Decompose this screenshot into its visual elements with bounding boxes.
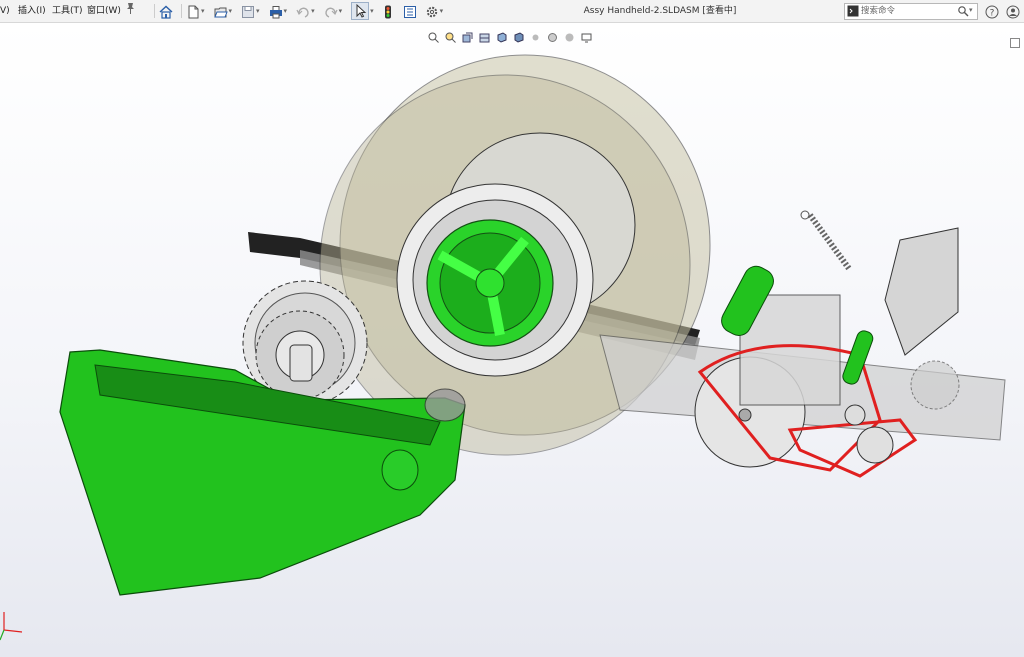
toolbar-separator	[154, 4, 155, 18]
task-pane-toggle-icon[interactable]	[1010, 33, 1020, 48]
menu-bar: V) 插入(I) 工具(T) 窗口(W) ▾ ▾ ▾ ▾ ▾ ▾ ▾ ▾ Ass…	[0, 0, 1024, 23]
svg-text:?: ?	[990, 9, 995, 19]
housing-boss	[424, 388, 466, 422]
menu-window[interactable]: 窗口(W)	[87, 0, 121, 22]
new-document-icon[interactable]	[186, 4, 200, 19]
save-dropdown-caret[interactable]: ▾	[256, 7, 260, 15]
help-icon[interactable]: ?	[985, 4, 999, 19]
housing-pin	[381, 449, 419, 491]
assembly-model[interactable]	[0, 23, 1024, 657]
print-icon[interactable]	[269, 4, 283, 19]
search-placeholder: 搜索命令	[861, 6, 896, 16]
graphics-viewport[interactable]	[0, 23, 1024, 657]
main-toolbar: ▾ ▾ ▾ ▾ ▾ ▾ ▾ ▾	[150, 2, 446, 20]
open-file-icon[interactable]	[213, 4, 228, 18]
redo-icon[interactable]	[324, 4, 338, 18]
search-icon[interactable]	[957, 5, 969, 17]
search-dropdown-caret[interactable]: ▾	[969, 6, 973, 14]
save-icon[interactable]	[241, 4, 255, 18]
search-commands-field[interactable]: 搜索命令 ▾	[844, 3, 978, 20]
file-properties-icon[interactable]	[403, 4, 417, 18]
window-title: Assy Handheld-2.SLDASM [查看中]	[583, 6, 737, 16]
section-view-icon[interactable]	[479, 28, 490, 42]
undo-dropdown-caret[interactable]: ▾	[311, 7, 315, 15]
user-icon[interactable]	[1006, 4, 1020, 19]
tension-spring	[807, 213, 853, 272]
main-roller-axle	[738, 408, 752, 422]
axis-triad-z	[0, 629, 5, 641]
green-hub-center	[475, 268, 505, 298]
pin-icon[interactable]	[125, 1, 136, 23]
gear-shaft	[289, 344, 313, 382]
toolbar-separator	[181, 4, 182, 18]
select-dropdown-caret[interactable]: ▾	[370, 7, 374, 15]
axis-triad	[3, 612, 23, 633]
view-orientation-icon[interactable]	[496, 28, 507, 43]
options-dropdown-caret[interactable]: ▾	[440, 7, 444, 15]
command-prompt-icon	[847, 5, 859, 17]
new-dropdown-caret[interactable]: ▾	[201, 7, 205, 15]
select-pointer-icon[interactable]	[351, 2, 370, 20]
menu-tools[interactable]: 工具(T)	[52, 0, 83, 22]
display-style-icon[interactable]	[513, 28, 524, 43]
options-gear-icon[interactable]	[425, 4, 439, 18]
traffic-light-icon[interactable]	[381, 4, 395, 19]
previous-view-icon[interactable]	[462, 28, 473, 42]
heads-up-view-toolbar	[428, 26, 592, 43]
right-gear	[910, 360, 960, 410]
bracket-frame	[884, 227, 959, 356]
redo-dropdown-caret[interactable]: ▾	[339, 7, 343, 15]
apply-scene-icon[interactable]	[564, 28, 575, 41]
zoom-to-fit-icon[interactable]	[428, 28, 439, 43]
home-icon[interactable]	[159, 4, 173, 19]
menu-insert[interactable]: 插入(I)	[18, 0, 46, 22]
hide-show-items-icon[interactable]	[530, 28, 541, 40]
print-dropdown-caret[interactable]: ▾	[284, 7, 288, 15]
open-dropdown-caret[interactable]: ▾	[229, 7, 233, 15]
spring-hook	[800, 210, 810, 220]
undo-icon[interactable]	[296, 4, 310, 18]
edit-appearance-icon[interactable]	[547, 28, 558, 42]
zoom-to-area-icon[interactable]	[445, 28, 456, 43]
small-pulley	[844, 404, 866, 426]
menu-view[interactable]: V)	[0, 0, 10, 22]
idler-pulley	[856, 426, 894, 464]
view-settings-icon[interactable]	[581, 28, 592, 42]
